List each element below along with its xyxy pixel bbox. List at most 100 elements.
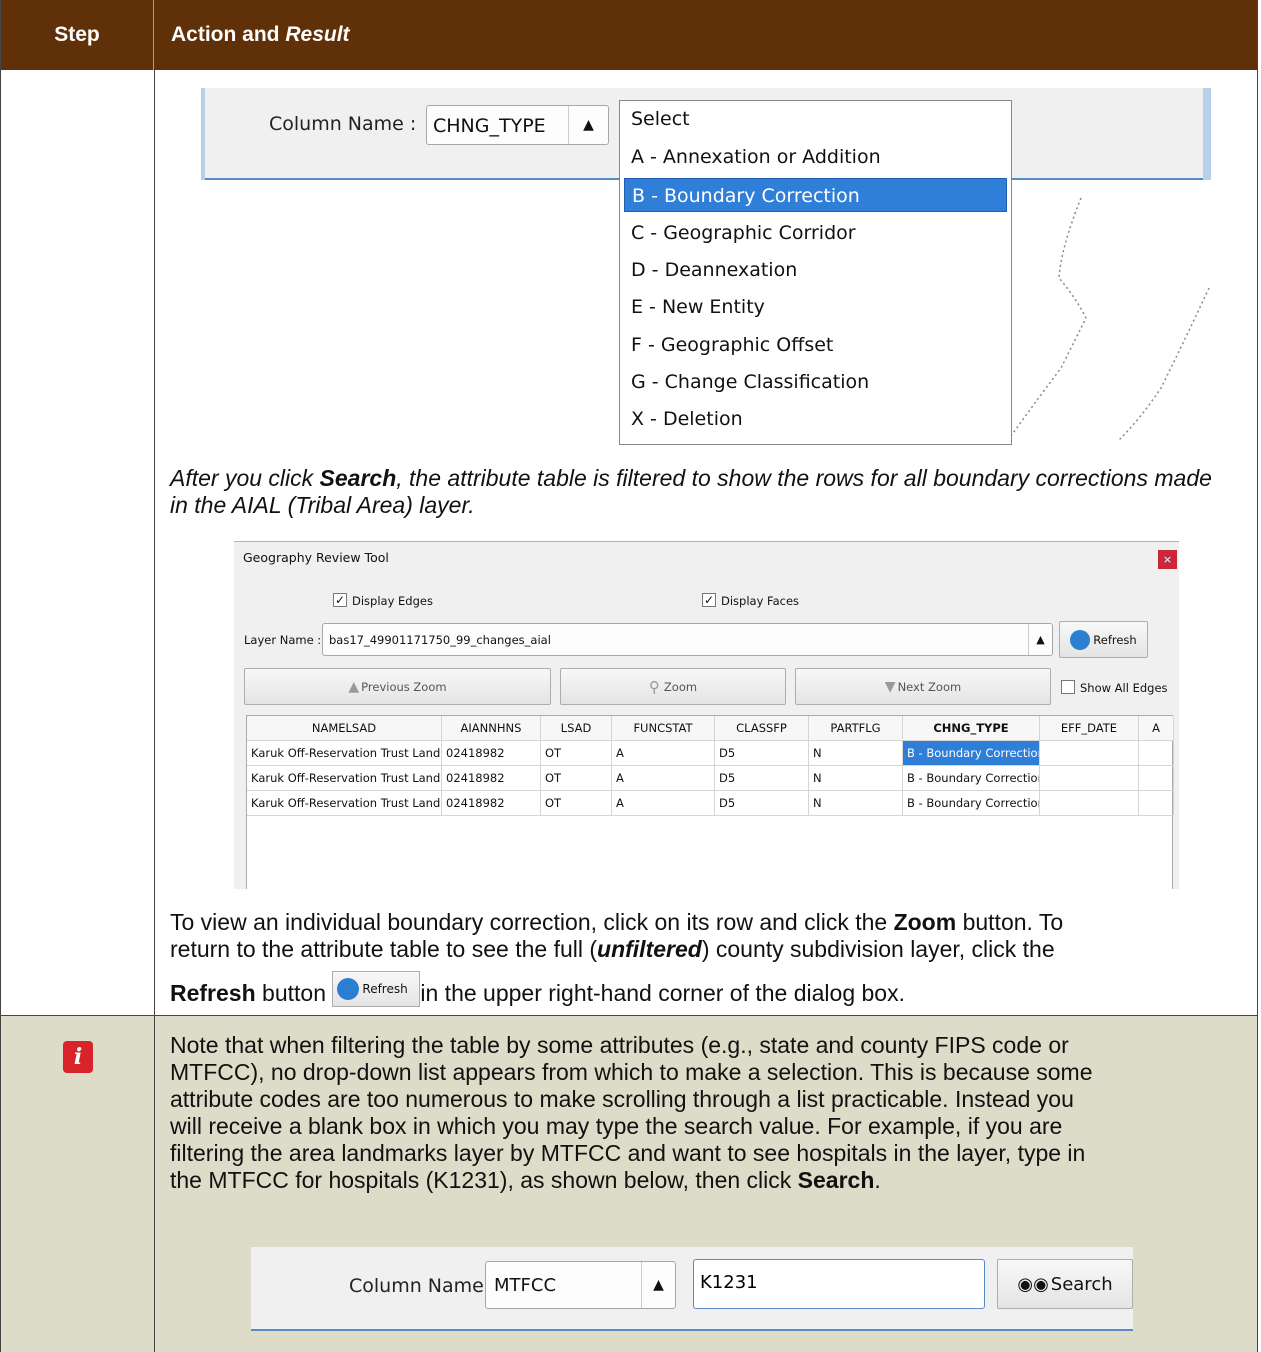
change-type-dropdown[interactable]: Select A - Annexation or Addition B - Bo… bbox=[619, 100, 1012, 445]
spinner-arrows-icon[interactable]: ▲ bbox=[568, 106, 608, 144]
note-line: attribute codes are too numerous to make… bbox=[170, 1086, 1074, 1112]
column-name-label: Column Name : bbox=[269, 113, 417, 135]
table-cell[interactable] bbox=[1040, 741, 1139, 766]
table-cell[interactable]: D5 bbox=[715, 766, 809, 791]
column-header[interactable]: FUNCSTAT bbox=[612, 716, 715, 741]
dropdown-option[interactable]: D - Deannexation bbox=[624, 253, 1007, 287]
table-cell[interactable]: B - Boundary Correction bbox=[903, 766, 1040, 791]
para-text: ) county subdivision layer, click the bbox=[701, 936, 1055, 962]
display-faces-checkbox[interactable]: ✓ bbox=[702, 593, 716, 607]
show-all-edges-checkbox[interactable] bbox=[1061, 680, 1075, 694]
column-header[interactable]: CLASSFP bbox=[715, 716, 809, 741]
search-label: Search bbox=[1050, 1273, 1113, 1295]
para-text: in the upper right-hand corner of the di… bbox=[420, 980, 905, 1006]
zoom-button[interactable]: ⚲ Zoom bbox=[560, 668, 786, 705]
refresh-button-inline: Refresh bbox=[332, 971, 421, 1007]
note-text: . bbox=[874, 1167, 881, 1193]
table-cell[interactable] bbox=[1139, 741, 1174, 766]
combo-value: CHNG_TYPE bbox=[433, 115, 546, 137]
display-edges-checkbox[interactable]: ✓ bbox=[333, 593, 347, 607]
close-icon[interactable]: × bbox=[1158, 550, 1177, 569]
table-cell[interactable]: OT bbox=[541, 766, 612, 791]
dropdown-screenshot: Column Name : CHNG_TYPE ▲ Select A - Ann… bbox=[201, 88, 1211, 446]
para-bold: Search bbox=[319, 465, 397, 491]
table-cell[interactable]: OT bbox=[541, 791, 612, 816]
table-cell[interactable]: D5 bbox=[715, 791, 809, 816]
table-cell-selected[interactable]: B - Boundary Correction bbox=[903, 741, 1040, 766]
magnifier-icon: ⚲ bbox=[648, 677, 660, 696]
column-header[interactable]: PARTFLG bbox=[809, 716, 903, 741]
table-cell[interactable]: Karuk Off-Reservation Trust Land bbox=[247, 766, 442, 791]
window-title: Geography Review Tool bbox=[243, 550, 389, 565]
para-line: Refresh button Refresh in the upper righ… bbox=[170, 971, 1240, 1007]
table-cell[interactable]: 02418982 bbox=[442, 741, 541, 766]
para-bold: Zoom bbox=[893, 909, 957, 935]
dropdown-option[interactable]: C - Geographic Corridor bbox=[624, 216, 1007, 250]
column-header[interactable]: CHNG_TYPE bbox=[903, 716, 1040, 741]
display-edges-label: Display Edges bbox=[352, 594, 433, 608]
table-cell[interactable]: N bbox=[809, 791, 903, 816]
table-cell[interactable]: A bbox=[612, 791, 715, 816]
para-line: return to the attribute table to see the… bbox=[170, 936, 1240, 963]
column-header[interactable]: NAMELSAD bbox=[247, 716, 442, 741]
attribute-table[interactable]: NAMELSAD AIANNHNS LSAD FUNCSTAT CLASSFP … bbox=[246, 715, 1174, 889]
table-cell[interactable] bbox=[1040, 766, 1139, 791]
table-cell[interactable]: 02418982 bbox=[442, 791, 541, 816]
dropdown-option[interactable]: F - Geographic Offset bbox=[624, 328, 1007, 362]
column-divider bbox=[154, 1016, 155, 1352]
dropdown-option[interactable]: A - Annexation or Addition bbox=[624, 140, 1007, 174]
dropdown-option[interactable]: G - Change Classification bbox=[624, 365, 1007, 399]
triangle-down-icon: ▼ bbox=[884, 678, 896, 695]
note-text: the MTFCC for hospitals (K1231), as show… bbox=[170, 1167, 798, 1193]
display-faces-label: Display Faces bbox=[721, 594, 800, 608]
note-line: the MTFCC for hospitals (K1231), as show… bbox=[170, 1167, 1250, 1194]
dropdown-option[interactable]: E - New Entity bbox=[624, 290, 1007, 324]
table-cell[interactable]: Karuk Off-Reservation Trust Land bbox=[247, 791, 442, 816]
refresh-icon bbox=[1070, 629, 1091, 650]
table-cell[interactable]: 02418982 bbox=[442, 766, 541, 791]
table-cell[interactable] bbox=[1040, 791, 1139, 816]
table-cell[interactable]: A bbox=[612, 766, 715, 791]
layer-name-combo[interactable]: bas17_49901171750_99_changes_aial ▲ bbox=[322, 623, 1053, 656]
spinner-arrows-icon[interactable]: ▲ bbox=[1028, 624, 1052, 655]
dropdown-option[interactable]: Select bbox=[624, 102, 1007, 136]
table-cell[interactable] bbox=[1139, 791, 1174, 816]
info-icon: i bbox=[63, 1041, 93, 1073]
note-line: will receive a blank box in which you ma… bbox=[170, 1113, 1063, 1139]
para-text: button. To bbox=[956, 909, 1064, 935]
table-cell[interactable]: A bbox=[612, 741, 715, 766]
column-header[interactable]: A bbox=[1139, 716, 1174, 741]
previous-zoom-label: Previous Zoom bbox=[361, 679, 447, 694]
refresh-button[interactable]: Refresh bbox=[1059, 621, 1148, 658]
table-cell[interactable]: D5 bbox=[715, 741, 809, 766]
dropdown-option-selected[interactable]: B - Boundary Correction bbox=[624, 178, 1007, 212]
column-header[interactable]: AIANNHNS bbox=[442, 716, 541, 741]
dropdown-option[interactable]: X - Deletion bbox=[624, 402, 1007, 436]
note-line: MTFCC), no drop-down list appears from w… bbox=[170, 1059, 1093, 1085]
note-line: Note that when filtering the table by so… bbox=[170, 1032, 1069, 1058]
result-paragraph: After you click Search, the attribute ta… bbox=[170, 465, 1230, 519]
para-line: To view an individual boundary correctio… bbox=[170, 909, 1240, 936]
table-cell[interactable]: Karuk Off-Reservation Trust Land bbox=[247, 741, 442, 766]
search-screenshot: Column Name : MTFCC ▲ K1231 ◉◉ Search bbox=[251, 1247, 1133, 1331]
previous-zoom-button[interactable]: ▲ Previous Zoom bbox=[244, 668, 551, 705]
panel-border-left bbox=[201, 88, 205, 180]
header-step: Step bbox=[1, 0, 154, 70]
column-name-combo[interactable]: CHNG_TYPE ▲ bbox=[426, 105, 609, 145]
refresh-label: Refresh bbox=[362, 981, 408, 996]
next-zoom-button[interactable]: ▼ Next Zoom bbox=[795, 668, 1051, 705]
note-line: filtering the area landmarks layer by MT… bbox=[170, 1140, 1086, 1166]
table-cell[interactable]: B - Boundary Correction bbox=[903, 791, 1040, 816]
column-header[interactable]: LSAD bbox=[541, 716, 612, 741]
table-cell[interactable]: OT bbox=[541, 741, 612, 766]
column-name-combo[interactable]: MTFCC ▲ bbox=[485, 1261, 676, 1309]
show-all-edges-label: Show All Edges bbox=[1080, 681, 1168, 695]
search-button[interactable]: ◉◉ Search bbox=[997, 1259, 1133, 1309]
table-cell[interactable] bbox=[1139, 766, 1174, 791]
spinner-arrows-icon[interactable]: ▲ bbox=[641, 1262, 675, 1308]
para-bold-italic: unfiltered bbox=[597, 936, 702, 962]
search-value-input[interactable]: K1231 bbox=[693, 1259, 985, 1309]
table-cell[interactable]: N bbox=[809, 741, 903, 766]
column-header[interactable]: EFF_DATE bbox=[1040, 716, 1139, 741]
table-cell[interactable]: N bbox=[809, 766, 903, 791]
